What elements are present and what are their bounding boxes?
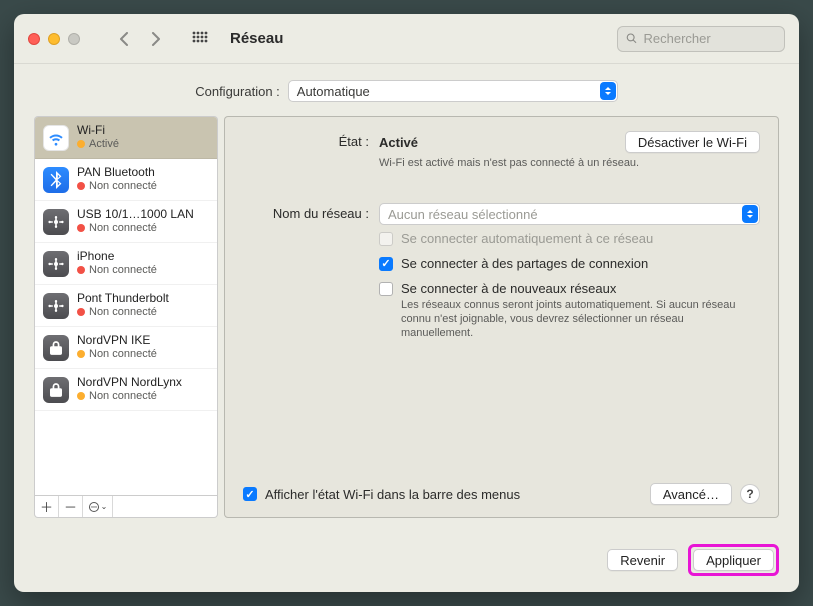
- service-name: iPhone: [77, 250, 157, 264]
- service-status: Non connecté: [77, 222, 194, 235]
- service-name: Pont Thunderbolt: [77, 292, 169, 306]
- ethernet-icon: [43, 251, 69, 277]
- service-item[interactable]: iPhoneNon connecté: [35, 243, 217, 285]
- configuration-row: Configuration : Automatique: [14, 64, 799, 116]
- ellipsis-icon: [88, 501, 100, 513]
- network-select[interactable]: Aucun réseau sélectionné: [379, 203, 760, 225]
- service-name: NordVPN IKE: [77, 334, 157, 348]
- share-connect-checkbox[interactable]: Se connecter à des partages de connexion: [379, 256, 760, 271]
- network-label: Nom du réseau :: [243, 203, 369, 221]
- wifi-icon: [43, 125, 69, 151]
- state-value: Activé: [379, 135, 418, 150]
- checkbox-icon: [379, 232, 393, 246]
- detail-panel: État : Activé Désactiver le Wi-Fi Wi-Fi …: [224, 116, 779, 518]
- advanced-button[interactable]: Avancé…: [650, 483, 732, 505]
- checkbox-icon[interactable]: [379, 282, 393, 296]
- sidebar-footer: ＋ － ⌄: [34, 496, 218, 518]
- chevron-updown-icon: [600, 82, 616, 100]
- service-item[interactable]: Wi-FiActivé: [35, 117, 217, 159]
- apply-highlight: Appliquer: [688, 544, 779, 576]
- revert-button[interactable]: Revenir: [607, 549, 678, 571]
- new-networks-help: Les réseaux connus seront joints automat…: [401, 299, 741, 340]
- configuration-label: Configuration :: [195, 84, 280, 99]
- service-name: NordVPN NordLynx: [77, 376, 182, 390]
- service-actions-button[interactable]: ⌄: [83, 496, 113, 517]
- service-name: Wi-Fi: [77, 124, 119, 138]
- bluetooth-icon: [43, 167, 69, 193]
- service-item[interactable]: Pont ThunderboltNon connecté: [35, 285, 217, 327]
- service-item[interactable]: USB 10/1…1000 LANNon connecté: [35, 201, 217, 243]
- show-menu-checkbox[interactable]: Afficher l'état Wi-Fi dans la barre des …: [243, 487, 520, 502]
- service-status: Non connecté: [77, 180, 157, 193]
- service-item[interactable]: NordVPN IKENon connecté: [35, 327, 217, 369]
- ethernet-icon: [43, 209, 69, 235]
- bottom-actions: Revenir Appliquer: [14, 534, 799, 592]
- back-button[interactable]: [110, 25, 138, 53]
- minimize-button[interactable]: [48, 33, 60, 45]
- remove-service-button[interactable]: －: [59, 496, 83, 517]
- search-icon: [626, 32, 637, 45]
- services-sidebar[interactable]: Wi-FiActivéPAN BluetoothNon connectéUSB …: [34, 116, 218, 496]
- forward-button[interactable]: [142, 25, 170, 53]
- network-placeholder: Aucun réseau sélectionné: [388, 207, 538, 222]
- ethernet-icon: [43, 293, 69, 319]
- add-service-button[interactable]: ＋: [35, 496, 59, 517]
- service-status: Non connecté: [77, 348, 157, 361]
- show-all-button[interactable]: [186, 25, 214, 53]
- service-name: PAN Bluetooth: [77, 166, 157, 180]
- checkbox-icon[interactable]: [243, 487, 257, 501]
- preferences-window: Réseau Configuration : Automatique Wi-Fi…: [14, 14, 799, 592]
- service-status: Non connecté: [77, 390, 182, 403]
- lock-icon: [43, 377, 69, 403]
- service-status: Activé: [77, 138, 119, 151]
- apply-button[interactable]: Appliquer: [693, 549, 774, 571]
- service-status: Non connecté: [77, 264, 157, 277]
- new-networks-checkbox[interactable]: Se connecter à de nouveaux réseaux: [379, 281, 760, 296]
- service-item[interactable]: NordVPN NordLynxNon connecté: [35, 369, 217, 411]
- close-button[interactable]: [28, 33, 40, 45]
- service-name: USB 10/1…1000 LAN: [77, 208, 194, 222]
- state-subtext: Wi-Fi est activé mais n'est pas connecté…: [379, 157, 760, 169]
- traffic-lights: [28, 33, 80, 45]
- nav-buttons: [110, 25, 170, 53]
- auto-connect-checkbox: Se connecter automatiquement à ce réseau: [379, 231, 760, 246]
- state-label: État :: [243, 131, 369, 149]
- lock-icon: [43, 335, 69, 361]
- search-input[interactable]: [643, 31, 776, 46]
- search-field[interactable]: [617, 26, 785, 52]
- chevron-updown-icon: [742, 205, 758, 223]
- zoom-button: [68, 33, 80, 45]
- service-status: Non connecté: [77, 306, 169, 319]
- checkbox-icon[interactable]: [379, 257, 393, 271]
- service-item[interactable]: PAN BluetoothNon connecté: [35, 159, 217, 201]
- configuration-select[interactable]: Automatique: [288, 80, 618, 102]
- help-button[interactable]: ?: [740, 484, 760, 504]
- toggle-wifi-button[interactable]: Désactiver le Wi-Fi: [625, 131, 760, 153]
- window-title: Réseau: [230, 30, 283, 47]
- configuration-value: Automatique: [297, 84, 370, 99]
- titlebar: Réseau: [14, 14, 799, 64]
